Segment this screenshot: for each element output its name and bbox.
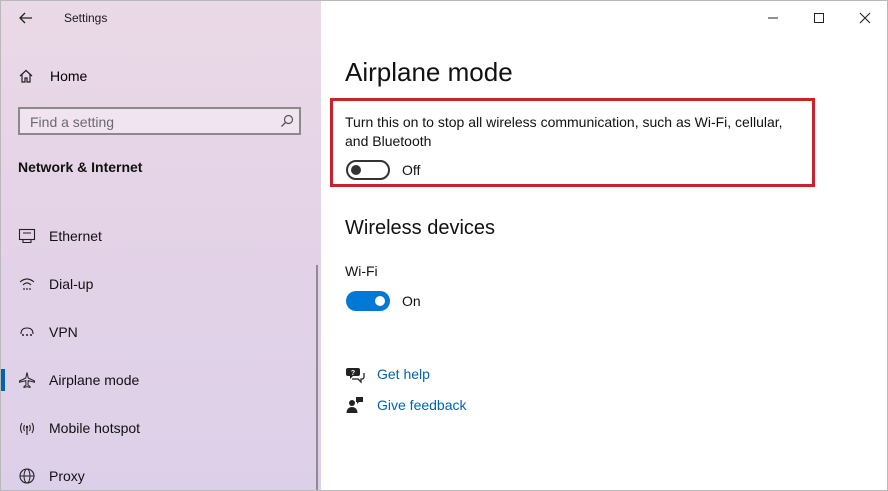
home-label: Home [50,68,88,84]
sidebar-item-label: Ethernet [49,228,102,244]
sidebar-item-home[interactable]: Home [18,65,87,87]
toggle-knob [375,296,385,306]
sidebar-item-dial-up[interactable]: Dial-up [1,267,319,301]
main-pane: Airplane mode Turn this on to stop all w… [321,1,887,490]
search-input[interactable]: Find a setting [18,107,301,135]
sidebar: Settings Home Find a setting Network & I… [1,1,321,490]
wireless-devices-heading: Wireless devices [345,217,496,239]
search-icon[interactable] [279,113,295,129]
give-feedback-icon [346,397,363,413]
minimize-button[interactable] [761,7,785,29]
page-title: Airplane mode [345,57,513,87]
maximize-button[interactable] [807,7,831,29]
minimize-icon [768,17,778,19]
close-icon [859,12,871,24]
sidebar-item-label: Dial-up [49,276,94,292]
airplane-mode-description: Turn this on to stop all wireless commun… [345,114,783,149]
vpn-icon [17,322,37,342]
section-title: Network & Internet [18,159,143,175]
home-icon [19,69,33,83]
sidebar-item-label: VPN [49,324,78,340]
proxy-globe-icon [17,466,37,486]
search-placeholder: Find a setting [30,114,115,130]
dial-up-icon [17,274,37,294]
sidebar-item-ethernet[interactable]: Ethernet [1,219,319,253]
back-button[interactable] [14,6,38,30]
toggle-knob [351,165,361,175]
back-arrow-icon [19,12,32,24]
settings-window: Settings Home Find a setting Network & I… [0,0,888,491]
close-button[interactable] [853,7,877,29]
mobile-hotspot-icon [17,418,37,438]
sidebar-item-label: Proxy [49,468,85,484]
maximize-icon [814,13,824,23]
airplane-mode-toggle[interactable] [346,160,390,180]
selected-indicator [1,369,5,391]
svg-text:?: ? [351,370,355,377]
sidebar-item-vpn[interactable]: VPN [1,315,319,349]
sidebar-item-label: Airplane mode [49,372,140,388]
wifi-label: Wi-Fi [345,263,378,279]
app-title: Settings [64,11,108,25]
get-help-icon: ? [346,368,365,384]
sidebar-item-label: Mobile hotspot [49,420,141,436]
give-feedback-link[interactable]: Give feedback [377,397,467,413]
ethernet-icon [17,226,37,246]
airplane-icon [17,370,37,390]
sidebar-item-proxy[interactable]: Proxy [1,459,319,490]
sidebar-item-airplane-mode[interactable]: Airplane mode [1,363,319,397]
wifi-state: On [402,293,421,309]
get-help-link[interactable]: Get help [377,366,430,382]
wifi-toggle[interactable] [346,291,390,311]
sidebar-item-mobile-hotspot[interactable]: Mobile hotspot [1,411,319,445]
airplane-mode-state: Off [402,162,421,178]
sidebar-scrollbar[interactable] [316,265,318,490]
